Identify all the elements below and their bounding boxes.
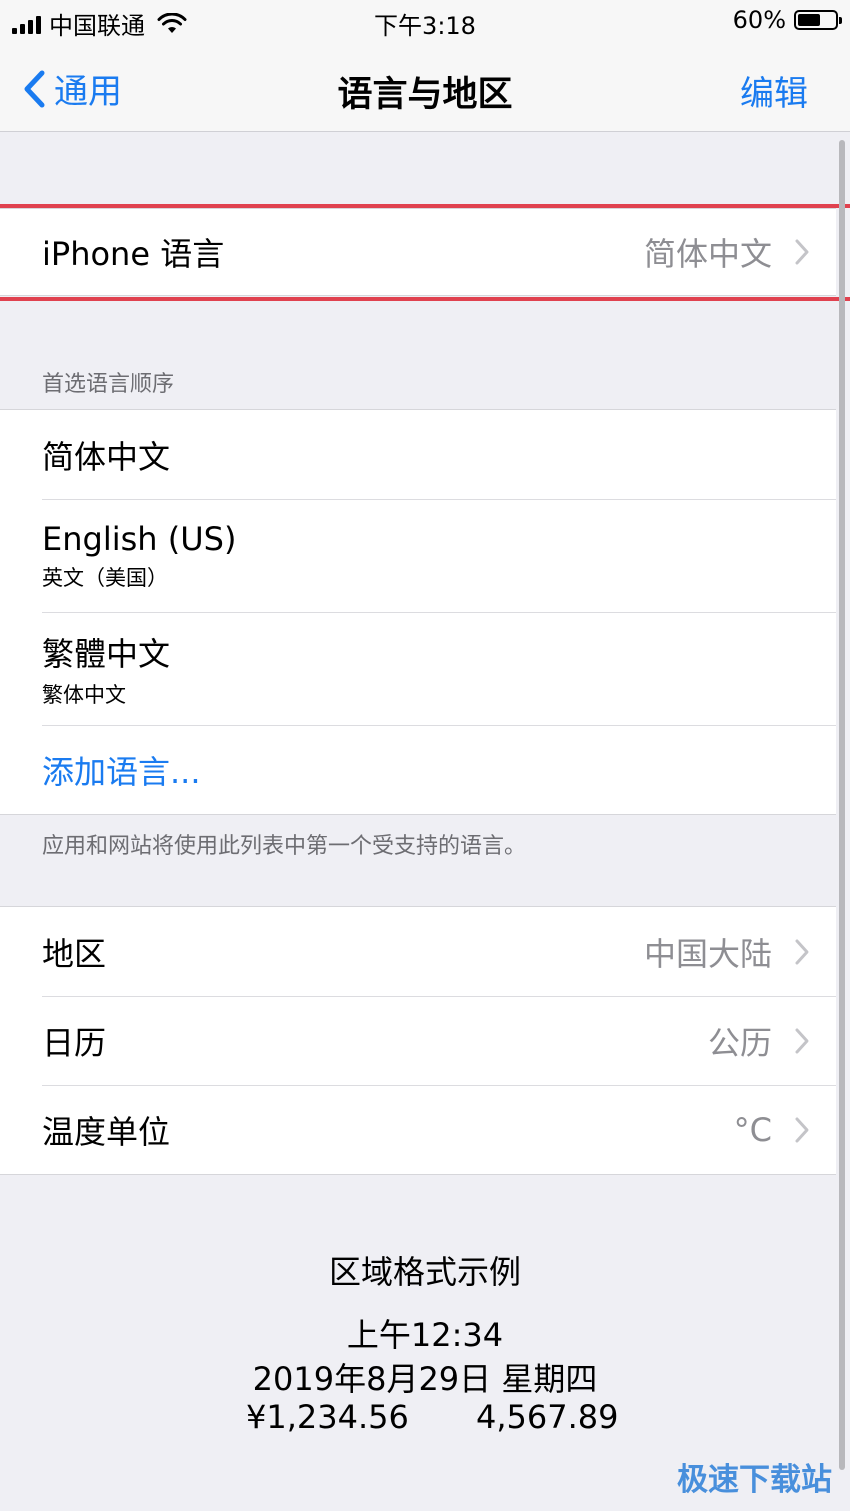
format-example-number: 4,567.89 (476, 1398, 619, 1436)
highlight-line-bottom (0, 297, 850, 301)
format-example-time: 上午12:34 (346, 1316, 504, 1354)
iphone-language-label: iPhone 语言 (42, 235, 225, 273)
format-example-title: 区域格式示例 (328, 1253, 521, 1291)
region-value: 中国大陆 (643, 934, 772, 973)
status-right: 60% (732, 6, 842, 34)
chevron-right-icon (795, 1028, 809, 1053)
temperature-unit-row[interactable]: 温度单位 °C (0, 1085, 836, 1174)
status-time: 下午3:18 (374, 12, 476, 40)
calendar-label: 日历 (42, 1023, 107, 1062)
add-language-button[interactable]: 添加语言... (0, 725, 836, 814)
battery-icon (794, 10, 842, 30)
preferred-languages-footer: 应用和网站将使用此列表中第一个受支持的语言。 (42, 834, 527, 859)
battery-percent: 60% (732, 6, 786, 34)
language-name: 简体中文 (42, 437, 171, 476)
format-example-date: 2019年8月29日 星期四 (252, 1360, 598, 1398)
region-row[interactable]: 地区 中国大陆 (0, 907, 836, 996)
iphone-language-group: iPhone 语言 简体中文 (0, 208, 836, 296)
region-label: 地区 (42, 934, 107, 973)
language-item-simplified-chinese[interactable]: 简体中文 (0, 410, 836, 499)
language-name: 繁體中文 (42, 634, 171, 673)
scrollbar[interactable] (839, 140, 845, 1470)
iphone-language-row[interactable]: iPhone 语言 简体中文 (0, 209, 836, 295)
region-settings-group: 地区 中国大陆 日历 公历 温度单位 °C (0, 906, 836, 1175)
calendar-value: 公历 (707, 1023, 772, 1062)
chevron-right-icon (795, 239, 809, 265)
language-name: English (US) (42, 519, 237, 558)
status-bar: 中国联通 下午3:18 60% (0, 0, 850, 44)
iphone-language-value: 简体中文 (643, 235, 772, 273)
navigation-bar: 通用 语言与地区 编辑 (0, 44, 850, 132)
format-example-currency: ¥1,234.56 (246, 1398, 409, 1436)
language-subtitle: 繁体中文 (42, 682, 126, 707)
language-item-english-us[interactable]: English (US) 英文（美国） (0, 499, 836, 612)
chevron-right-icon (795, 939, 809, 964)
page-title: 语言与地区 (337, 75, 513, 115)
watermark: 极速下载站 (677, 1462, 832, 1498)
temperature-unit-label: 温度单位 (42, 1112, 171, 1151)
edit-button[interactable]: 编辑 (740, 66, 808, 115)
temperature-unit-value: °C (733, 1110, 772, 1149)
calendar-row[interactable]: 日历 公历 (0, 996, 836, 1085)
preferred-languages-header: 首选语言顺序 (42, 372, 175, 397)
battery-fill (798, 14, 820, 26)
add-language-label: 添加语言... (42, 752, 201, 791)
language-item-traditional-chinese[interactable]: 繁體中文 繁体中文 (0, 612, 836, 725)
preferred-languages-group: 简体中文 English (US) 英文（美国） 繁體中文 繁体中文 添加语言.… (0, 409, 836, 815)
language-subtitle: 英文（美国） (42, 565, 168, 590)
chevron-right-icon (795, 1117, 809, 1142)
